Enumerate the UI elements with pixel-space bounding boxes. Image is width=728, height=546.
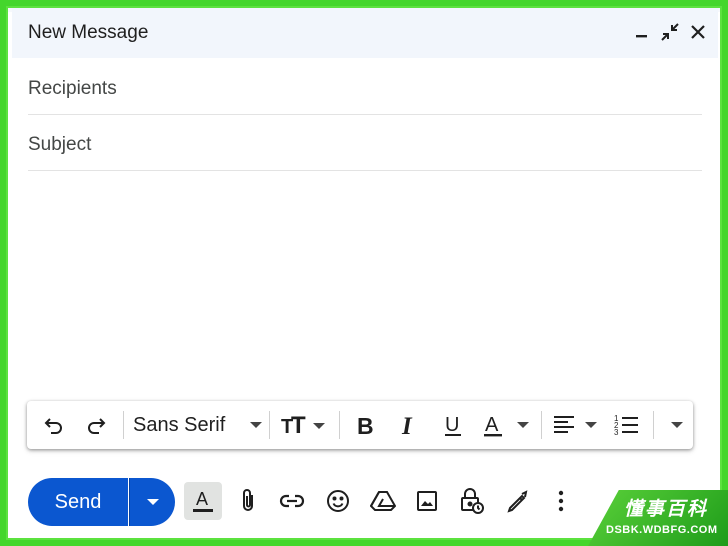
watermark-domain-text: DSBK.WDBFG.COM — [606, 524, 718, 536]
watermark-chinese-text: 懂事百科 — [624, 499, 709, 520]
highlight-frame-inner — [6, 6, 722, 540]
watermark-logo: 懂事百科 DSBK.WDBFG.COM — [588, 490, 728, 546]
